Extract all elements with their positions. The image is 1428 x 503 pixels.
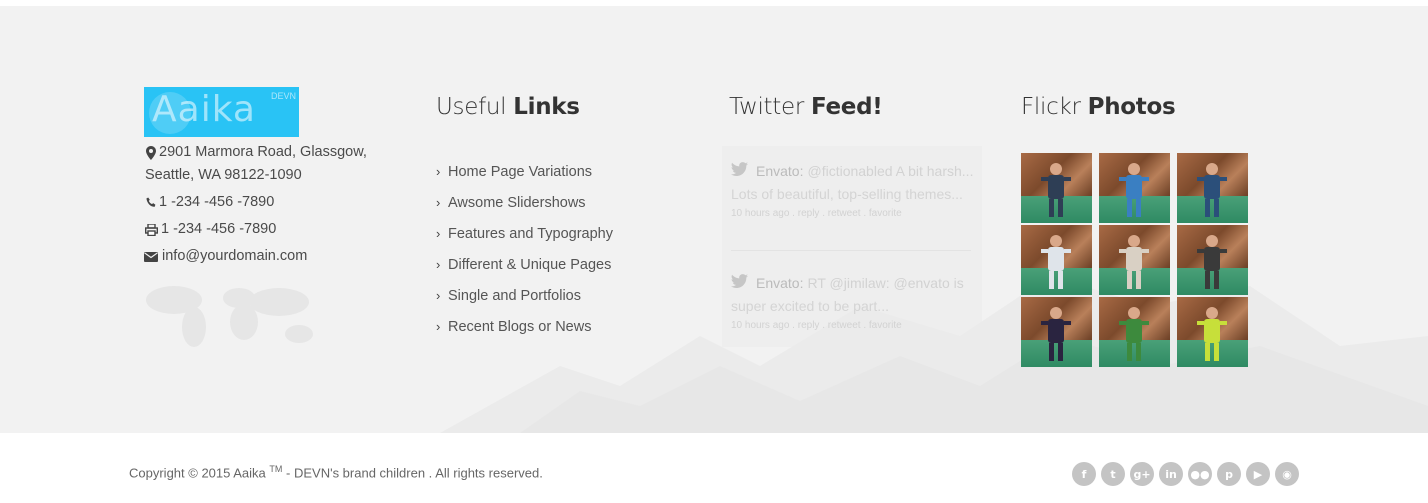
flickr-photo[interactable] — [1177, 297, 1248, 367]
flickr-photo[interactable] — [1021, 225, 1092, 295]
footer-link-label[interactable]: Different & Unique Pages — [448, 257, 611, 273]
footer-link-label[interactable]: Recent Blogs or News — [448, 319, 591, 335]
fax: 1 -234 -456 -7890 — [144, 218, 276, 241]
google-plus-icon[interactable]: g+ — [1130, 462, 1154, 486]
footer-link-label[interactable]: Single and Portfolios — [448, 288, 581, 304]
social-links: f t g+ in ●● p ▶ ◉ — [1072, 462, 1304, 486]
tweet-reply-link[interactable]: reply — [798, 208, 820, 219]
tweet-text-continued: Lots of beautiful, top-selling themes... — [731, 186, 963, 202]
chevron-right-icon: › — [436, 226, 441, 241]
chevron-right-icon: › — [436, 319, 441, 334]
facebook-icon[interactable]: f — [1072, 462, 1096, 486]
tweet-meta: 10 hours ago . reply . retweet . favorit… — [731, 208, 902, 219]
flickr-icon[interactable]: ●● — [1188, 462, 1212, 486]
footer-link-label[interactable]: Features and Typography — [448, 226, 613, 242]
chevron-right-icon: › — [436, 257, 441, 272]
footer-link-label[interactable]: Awsome Slidershows — [448, 195, 586, 211]
tweet-text-continued: super excited to be part... — [731, 298, 889, 314]
twitter-bird-icon — [731, 272, 748, 295]
printer-icon — [144, 218, 158, 241]
linkedin-icon[interactable]: in — [1159, 462, 1183, 486]
logo[interactable]: Aaika DEVN — [144, 87, 299, 137]
logo-sub: DEVN — [270, 91, 296, 101]
tweet-favorite-link[interactable]: favorite — [869, 208, 902, 219]
email-address[interactable]: info@yourdomain.com — [162, 245, 307, 268]
tweet-reply-link[interactable]: reply — [798, 320, 820, 331]
tweet-text: @fictionabled A bit harsh... — [807, 163, 974, 179]
tweet-time[interactable]: 10 hours ago — [731, 320, 789, 331]
footer-bottom-bar: Copyright © 2015 Aaika TM - DEVN's brand… — [0, 433, 1428, 503]
useful-links-list: › Home Page Variations › Awsome Slidershows… — [436, 156, 613, 342]
tweet-retweet-link[interactable]: retweet — [828, 320, 861, 331]
address-line2: Seattle, WA 98122-1090 — [145, 167, 302, 183]
phone-icon — [144, 191, 158, 214]
twitter-icon[interactable]: t — [1101, 462, 1125, 486]
flickr-photo[interactable] — [1099, 297, 1170, 367]
youtube-icon[interactable]: ▶ — [1246, 462, 1270, 486]
flickr-photo[interactable] — [1021, 153, 1092, 223]
tweet: Envato: RT @jimilaw: @envato is super ex… — [731, 272, 979, 331]
flickr-gallery — [1021, 153, 1249, 367]
footer-link[interactable]: › Recent Blogs or News — [436, 311, 613, 342]
phone: 1 -234 -456 -7890 — [144, 191, 274, 214]
copyright-text: Copyright © 2015 Aaika TM - DEVN's brand… — [129, 464, 543, 481]
footer-link[interactable]: › Different & Unique Pages — [436, 249, 613, 280]
footer-link[interactable]: › Single and Portfolios — [436, 280, 613, 311]
tweet-meta: 10 hours ago . reply . retweet . favorit… — [731, 320, 902, 331]
tweet-retweet-link[interactable]: retweet — [828, 208, 861, 219]
twitter-bird-icon — [731, 160, 748, 183]
tweet-divider — [731, 250, 971, 251]
footer-main: Aaika DEVN 2901 Marmora Road, Glassgow, … — [0, 6, 1428, 433]
tweet: Envato: @fictionabled A bit harsh... Lot… — [731, 160, 979, 219]
rss-icon[interactable]: ◉ — [1275, 462, 1299, 486]
flickr-photo[interactable] — [1177, 225, 1248, 295]
twitter-feed: Envato: @fictionabled A bit harsh... Lot… — [722, 146, 982, 347]
address-line1: 2901 Marmora Road, Glassgow, — [159, 144, 367, 160]
twitter-feed-heading: Twitter Feed! — [729, 94, 883, 120]
useful-links-heading: Useful Links — [436, 94, 580, 120]
tweet-time[interactable]: 10 hours ago — [731, 208, 789, 219]
footer-link[interactable]: › Features and Typography — [436, 218, 613, 249]
footer-link[interactable]: › Home Page Variations — [436, 156, 613, 187]
chevron-right-icon: › — [436, 195, 441, 210]
flickr-photo[interactable] — [1099, 225, 1170, 295]
footer-link[interactable]: › Awsome Slidershows — [436, 187, 613, 218]
tweet-author[interactable]: Envato: — [756, 160, 803, 183]
map-marker-icon — [144, 141, 158, 164]
envelope-icon — [144, 245, 158, 268]
fax-number: 1 -234 -456 -7890 — [161, 221, 277, 237]
address: 2901 Marmora Road, Glassgow, Seattle, WA… — [144, 141, 367, 187]
tweet-text: RT @jimilaw: @envato is — [807, 275, 964, 291]
flickr-photo[interactable] — [1021, 297, 1092, 367]
flickr-photo[interactable] — [1099, 153, 1170, 223]
chevron-right-icon: › — [436, 288, 441, 303]
flickr-photos-heading: Flickr Photos — [1021, 94, 1176, 120]
tweet-favorite-link[interactable]: favorite — [869, 320, 902, 331]
tweet-author[interactable]: Envato: — [756, 272, 803, 295]
email[interactable]: info@yourdomain.com — [144, 245, 307, 268]
footer-link-label[interactable]: Home Page Variations — [448, 164, 592, 180]
logo-text: Aaika — [152, 89, 256, 130]
chevron-right-icon: › — [436, 164, 441, 179]
pinterest-icon[interactable]: p — [1217, 462, 1241, 486]
phone-number: 1 -234 -456 -7890 — [159, 194, 275, 210]
flickr-photo[interactable] — [1177, 153, 1248, 223]
world-map-graphic — [146, 286, 313, 347]
